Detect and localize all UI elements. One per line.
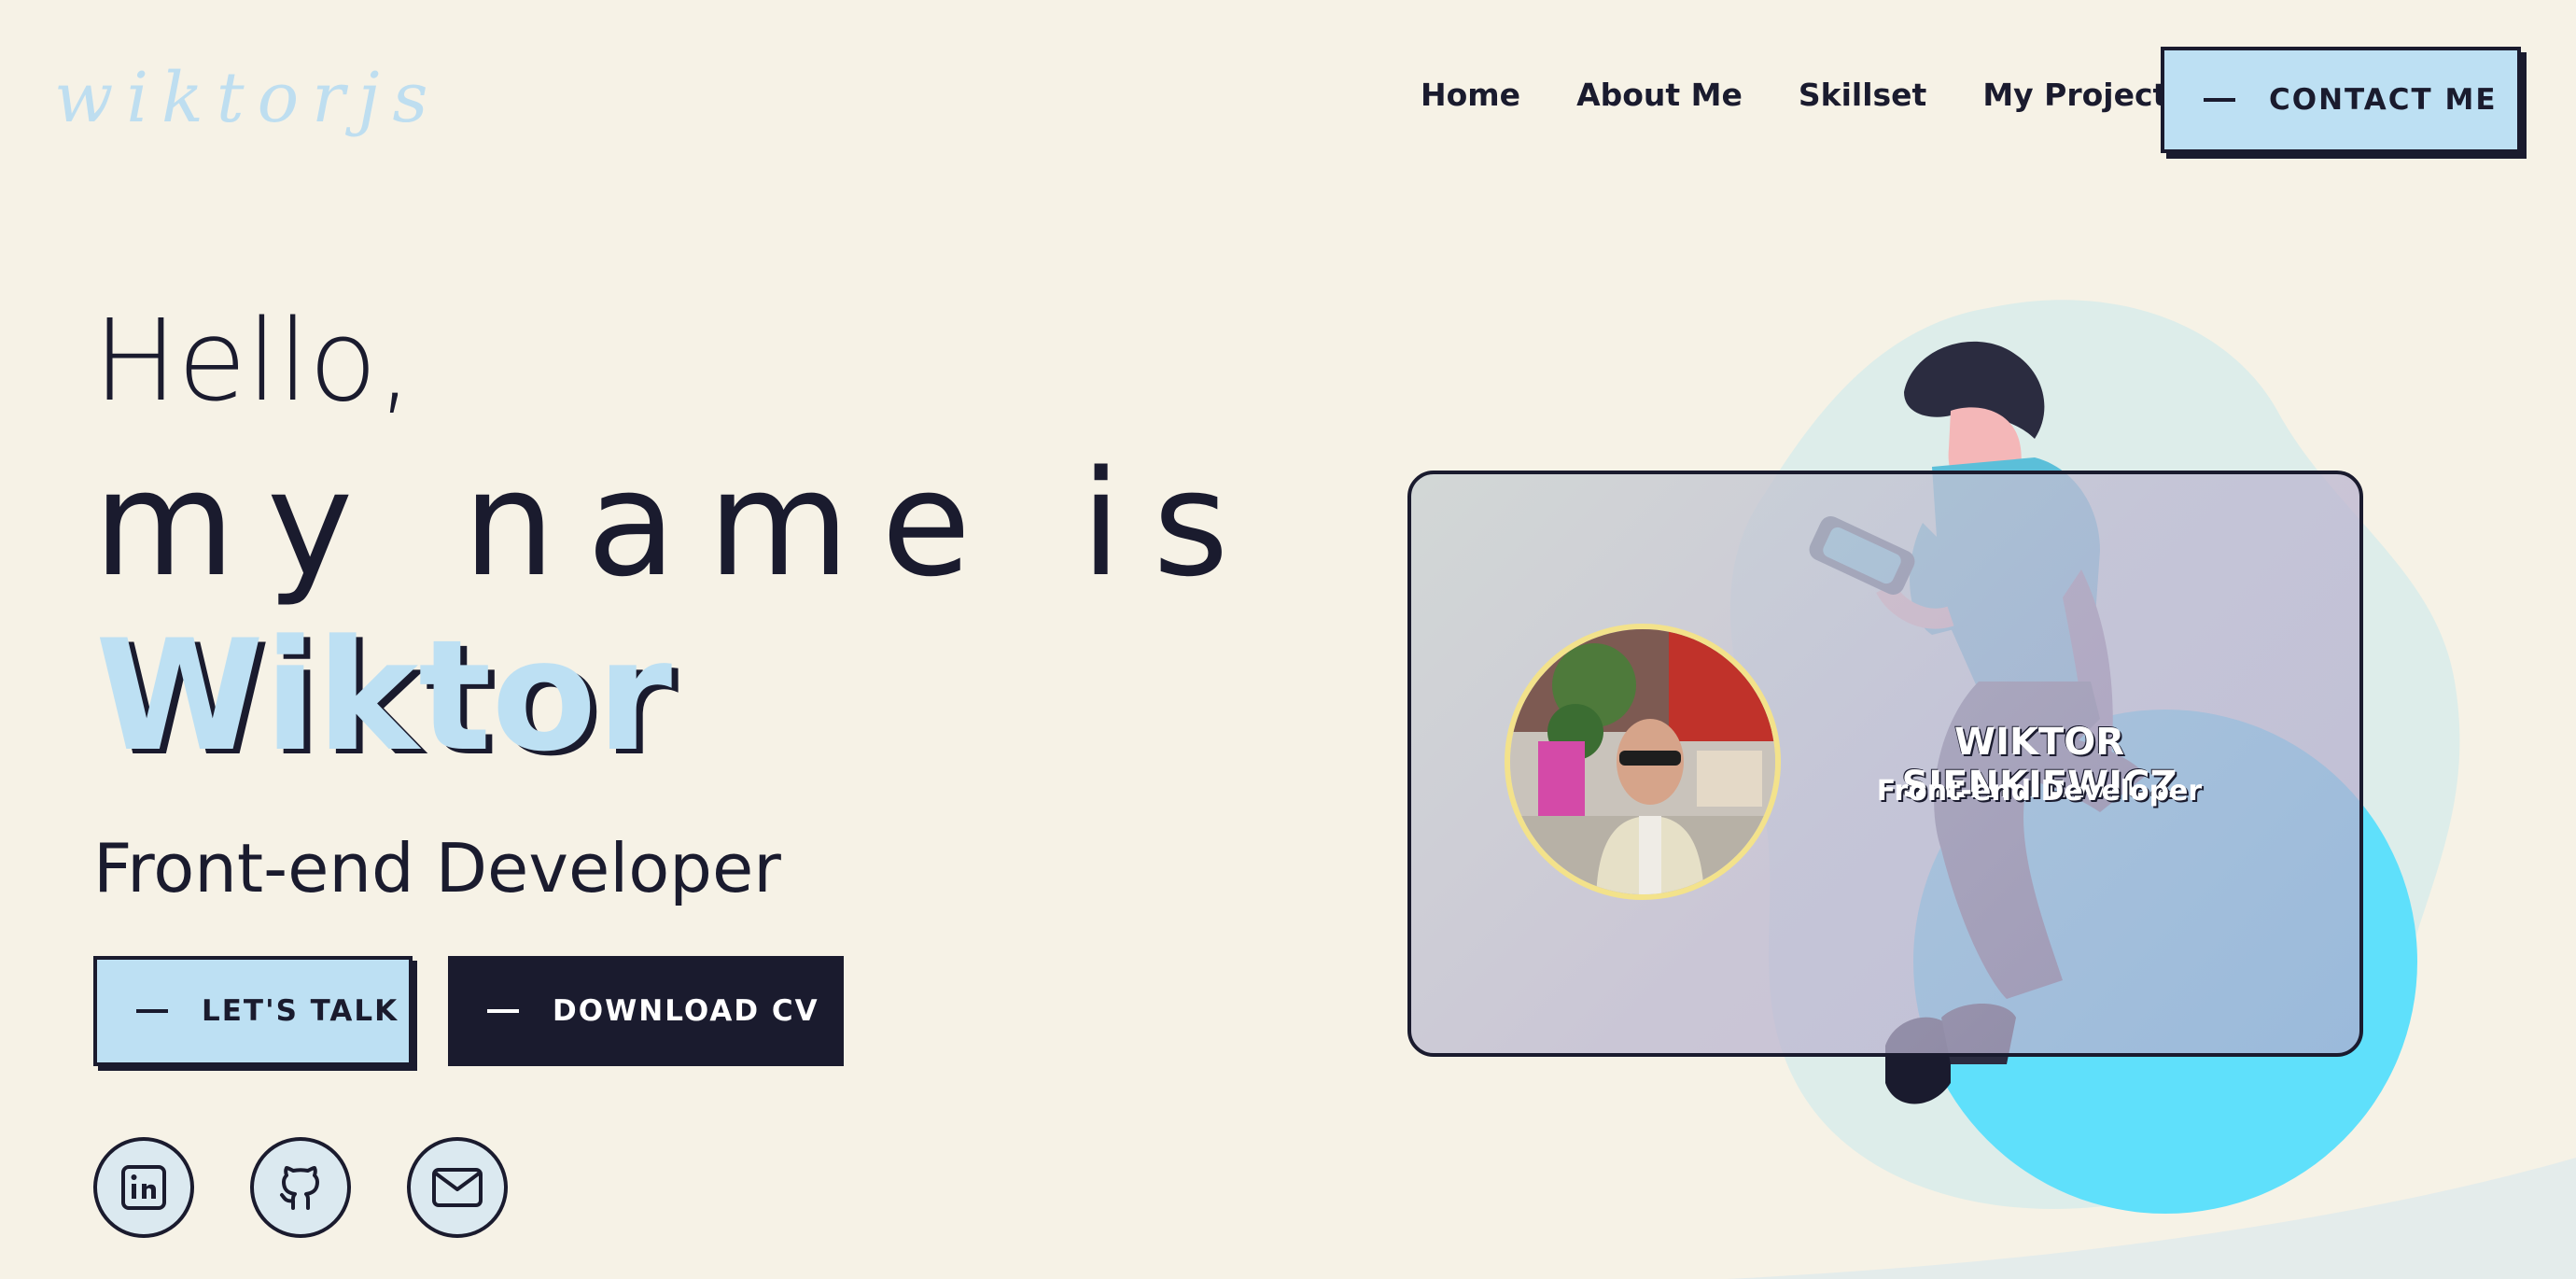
avatar-photo: [1510, 629, 1775, 894]
mail-icon: [432, 1168, 483, 1207]
profile-avatar: [1505, 624, 1781, 900]
email-link[interactable]: [407, 1137, 508, 1238]
contact-me-label: CONTACT ME: [2269, 83, 2498, 117]
dash-icon: [2204, 98, 2235, 102]
linkedin-icon: [121, 1165, 166, 1210]
download-cv-label: DOWNLOAD CV: [553, 994, 819, 1028]
dash-icon: [487, 1009, 519, 1013]
hero-intro: my name is: [93, 439, 1261, 609]
nav-skillset[interactable]: Skillset: [1799, 77, 1926, 113]
dash-icon: [136, 1009, 168, 1013]
card-role: Front-end Developer: [1876, 775, 2203, 808]
nav-about-me[interactable]: About Me: [1576, 77, 1743, 113]
hero-name: Wiktor: [95, 607, 673, 785]
download-cv-button[interactable]: DOWNLOAD CV: [448, 956, 844, 1066]
lets-talk-label: LET'S TALK: [202, 994, 399, 1028]
github-icon: [280, 1166, 319, 1210]
logo[interactable]: wiktorjs: [54, 58, 441, 138]
nav-home[interactable]: Home: [1421, 77, 1520, 113]
nav-my-projects[interactable]: My Projects: [1982, 77, 2186, 113]
linkedin-link[interactable]: [93, 1137, 194, 1238]
lets-talk-button[interactable]: LET'S TALK: [93, 956, 413, 1066]
social-links: [93, 1137, 508, 1238]
github-link[interactable]: [250, 1137, 351, 1238]
hero-greeting: Hello,: [93, 297, 413, 427]
hero-role: Front-end Developer: [93, 829, 781, 907]
contact-me-button[interactable]: CONTACT ME: [2161, 47, 2521, 153]
main-nav: Home About Me Skillset My Projects: [1421, 77, 2186, 113]
